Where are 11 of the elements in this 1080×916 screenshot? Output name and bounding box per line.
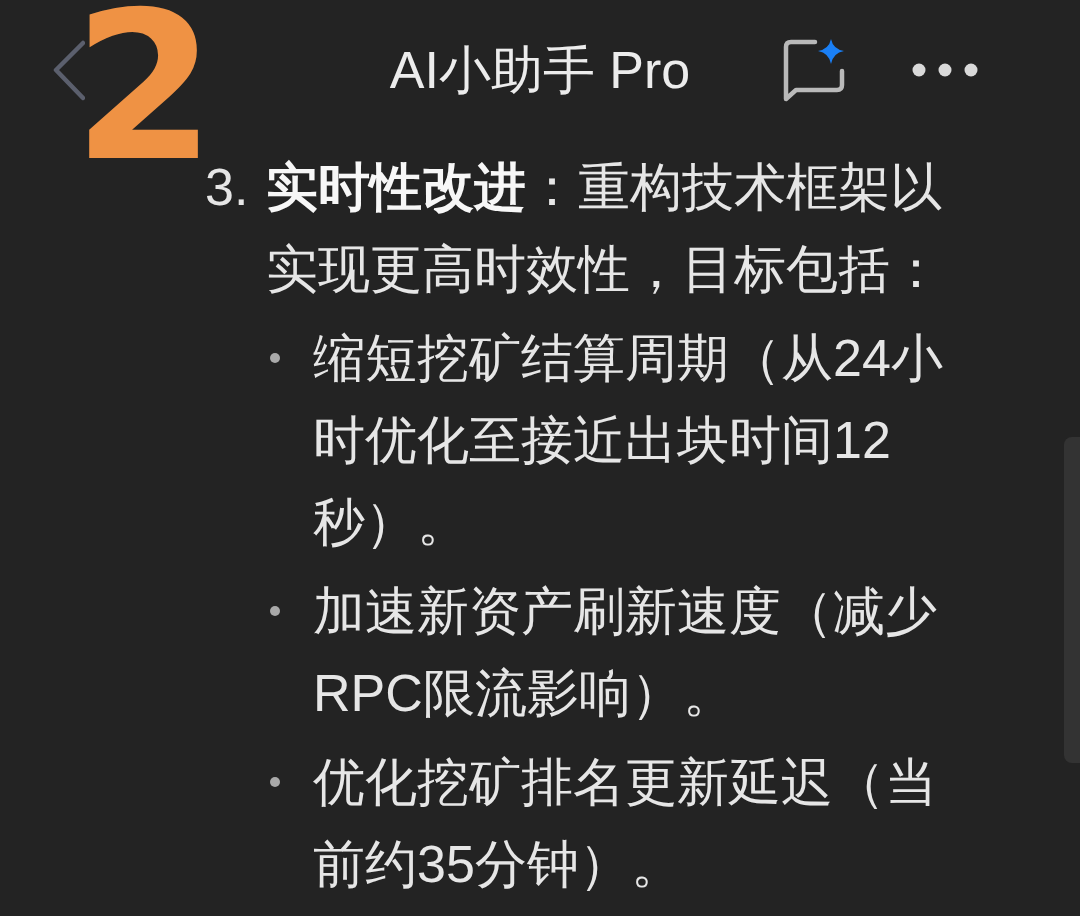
bullet-icon xyxy=(270,606,280,616)
bullet-icon xyxy=(270,777,280,787)
bullet-item-text: 加速新资产刷新速度（减少RPC限流影响）。 xyxy=(313,581,938,724)
back-icon[interactable] xyxy=(53,39,85,101)
list-item-text: 实时性改进：重构技术框架以实现更高时效性，目标包括： xyxy=(266,157,943,300)
more-icon[interactable] xyxy=(912,63,978,77)
bullet-item-text: 优化挖矿排名更新延迟（当前约35分钟）。 xyxy=(313,752,938,895)
bullet-icon xyxy=(270,353,280,363)
window-title: AI小助手 Pro xyxy=(389,40,691,101)
bullet-item-text: 缩短挖矿结算周期（从24小时优化至接近出块时间12秒）。 xyxy=(313,328,944,553)
chat-sparkle-icon[interactable] xyxy=(782,38,846,102)
